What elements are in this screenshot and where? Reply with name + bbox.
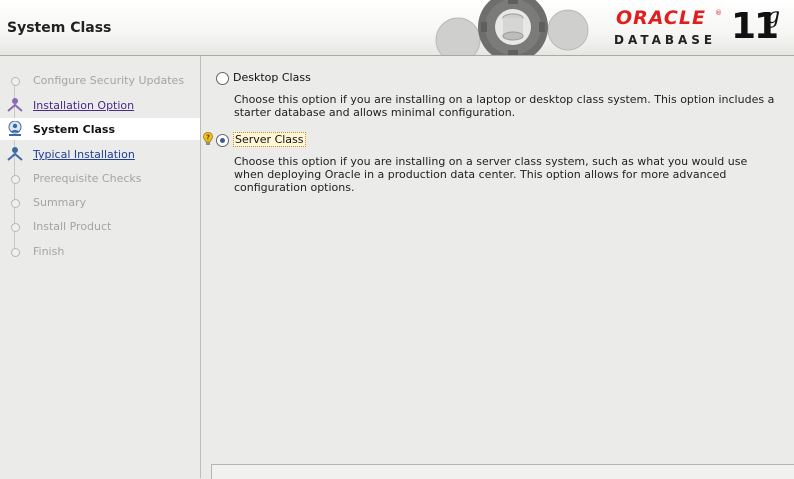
step-label: Finish xyxy=(33,245,65,258)
step-typical-installation[interactable]: Typical Installation xyxy=(0,143,200,165)
server-class-option[interactable]: Server Class xyxy=(216,132,416,149)
oracle-database-logo: ORACLE ® DATABASE 11 g xyxy=(612,4,790,52)
step-label[interactable]: Installation Option xyxy=(33,99,134,112)
server-class-description: Choose this option if you are installing… xyxy=(234,155,748,194)
version-letter: g xyxy=(766,4,781,29)
step-configure-security-updates: Configure Security Updates xyxy=(0,69,200,91)
step-pending-icon xyxy=(11,248,20,257)
desktop-class-radio[interactable] xyxy=(216,72,229,85)
step-current-icon xyxy=(8,121,22,136)
desktop-class-description: Choose this option if you are installing… xyxy=(234,93,775,119)
page-title: System Class xyxy=(7,20,112,36)
trademark-mark: ® xyxy=(715,9,722,17)
gears-icon xyxy=(435,0,589,55)
step-label: Install Product xyxy=(33,220,112,233)
step-label: Configure Security Updates xyxy=(33,74,185,87)
server-class-radio[interactable] xyxy=(216,134,229,147)
product-name: DATABASE xyxy=(614,33,717,47)
step-label[interactable]: Typical Installation xyxy=(33,148,135,161)
step-label: Summary xyxy=(33,196,87,209)
step-pending-icon xyxy=(11,77,20,86)
messages-panel xyxy=(211,464,794,479)
step-summary: Summary xyxy=(0,191,200,213)
step-installation-option[interactable]: Installation Option xyxy=(0,94,200,116)
main-content: Desktop Class Choose this option if you … xyxy=(201,56,794,479)
radio-selected-dot xyxy=(220,138,225,143)
header-bar: System Class ORACLE ® DATABASE 11 g xyxy=(0,0,794,56)
step-label: Prerequisite Checks xyxy=(33,172,142,185)
help-hint-icon: ? xyxy=(203,132,213,145)
step-visited-icon xyxy=(7,98,23,112)
server-class-label[interactable]: Server Class xyxy=(233,132,306,147)
desktop-class-label[interactable]: Desktop Class xyxy=(233,71,311,84)
step-system-class[interactable]: System Class xyxy=(0,118,200,140)
step-pending-icon xyxy=(11,199,20,208)
step-prerequisite-checks: Prerequisite Checks xyxy=(0,167,200,189)
step-finish: Finish xyxy=(0,240,200,262)
step-pending-icon xyxy=(11,223,20,232)
step-label[interactable]: System Class xyxy=(33,123,115,136)
desktop-class-option[interactable]: Desktop Class xyxy=(216,71,416,87)
svg-text:?: ? xyxy=(206,134,210,142)
oracle-brand: ORACLE xyxy=(616,7,706,29)
steps-sidebar: Configure Security Updates Installation … xyxy=(0,56,201,478)
step-install-product: Install Product xyxy=(0,215,200,237)
step-visited-icon xyxy=(7,147,23,161)
step-pending-icon xyxy=(11,175,20,184)
